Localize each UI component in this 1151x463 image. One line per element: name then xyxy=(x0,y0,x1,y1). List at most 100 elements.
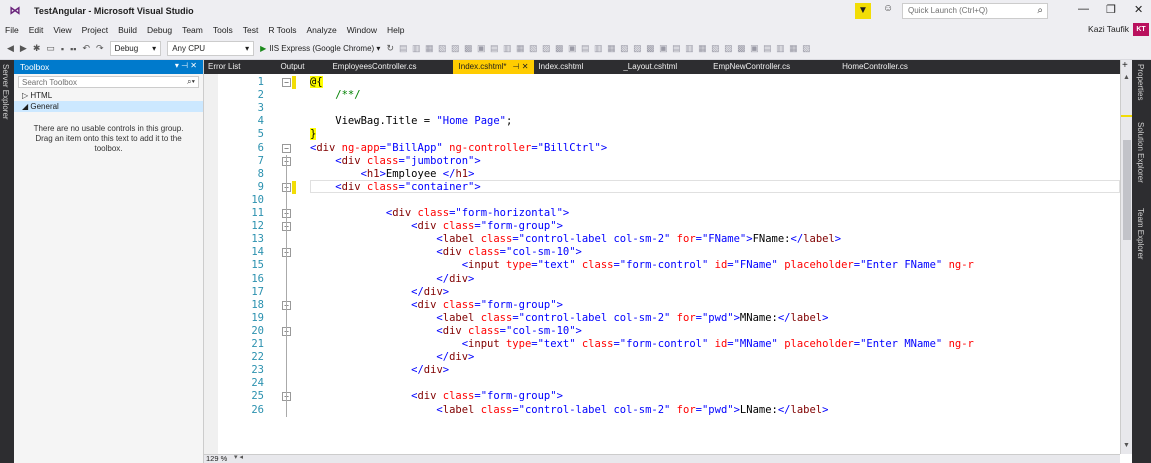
minimize-icon[interactable]: — xyxy=(1078,3,1089,15)
code-token: < xyxy=(310,338,469,350)
menu-view[interactable]: View xyxy=(48,25,76,35)
code-line[interactable]: 13 <label class="control-label col-sm-2"… xyxy=(204,233,1120,246)
scroll-down-icon[interactable]: ▼ xyxy=(1123,442,1130,449)
code-line[interactable]: 8 <h1>Employee </h1> xyxy=(204,168,1120,181)
feedback-icon[interactable]: ☺ xyxy=(883,3,893,14)
menu-r-tools[interactable]: R Tools xyxy=(263,25,301,35)
code-line[interactable]: 24 xyxy=(204,377,1120,390)
split-editor-icon[interactable]: + xyxy=(1122,60,1128,71)
code-line[interactable]: 26 <label class="control-label col-sm-2"… xyxy=(204,404,1120,417)
code-line[interactable]: 20− <div class="col-sm-10"> xyxy=(204,325,1120,338)
menu-build[interactable]: Build xyxy=(113,25,142,35)
code-line[interactable]: 16 </div> xyxy=(204,273,1120,286)
undo-icon[interactable]: ↶ xyxy=(83,43,91,54)
open-folder-icon[interactable]: ▭ xyxy=(46,43,55,54)
code-line[interactable]: 19 <label class="control-label col-sm-2"… xyxy=(204,312,1120,325)
code-line[interactable]: 3 xyxy=(204,102,1120,115)
search-icon[interactable]: ⌕ xyxy=(1037,5,1043,16)
code-line[interactable]: 22 </div> xyxy=(204,351,1120,364)
refresh-icon[interactable]: ↻ xyxy=(386,43,394,54)
menu-debug[interactable]: Debug xyxy=(142,25,177,35)
quick-launch-input[interactable]: Quick Launch (Ctrl+Q) ⌕ xyxy=(902,3,1048,19)
solution-configuration-select[interactable]: Debug ▾ xyxy=(109,41,162,56)
solution-platform-select[interactable]: Any CPU ▾ xyxy=(167,41,255,56)
code-token: </ xyxy=(310,285,424,298)
search-icon[interactable]: ⌕▾ xyxy=(187,77,195,87)
menu-edit[interactable]: Edit xyxy=(24,25,49,35)
code-line[interactable]: 9− <div class="container"> xyxy=(204,181,1120,194)
code-line[interactable]: 14− <div class="col-sm-10"> xyxy=(204,246,1120,259)
properties-tab[interactable]: Properties xyxy=(1136,64,1145,100)
forward-icon[interactable]: ▶ xyxy=(20,43,27,54)
code-line[interactable]: 5} xyxy=(204,128,1120,141)
collapse-region-icon[interactable]: − xyxy=(282,78,291,87)
toolbox-group-general[interactable]: ◢ General xyxy=(14,101,203,112)
notification-flag-icon[interactable]: ▼ xyxy=(855,3,871,19)
tab-index-cshtml[interactable]: Index.cshtml xyxy=(534,60,595,74)
close-tab-icon[interactable]: ✕ xyxy=(522,62,529,71)
tab-output[interactable]: Output xyxy=(252,60,316,74)
new-project-icon[interactable]: ✱ xyxy=(33,43,41,54)
toolbox-empty-message: There are no usable controls in this gro… xyxy=(33,124,184,153)
vertical-scrollbar[interactable]: + ▲ ▼ xyxy=(1120,60,1133,454)
zoom-level[interactable]: 129 % xyxy=(206,454,227,463)
code-line[interactable]: 17 </div> xyxy=(204,286,1120,299)
horizontal-scrollbar[interactable]: 129 % ▾ ◂ xyxy=(204,454,1120,463)
line-number: 12 xyxy=(251,220,264,233)
code-token: div xyxy=(417,390,437,403)
code-line[interactable]: 2 /**/ xyxy=(204,89,1120,102)
code-line[interactable]: 12− <div class="form-group"> xyxy=(204,220,1120,233)
menu-analyze[interactable]: Analyze xyxy=(302,25,342,35)
menu-tools[interactable]: Tools xyxy=(208,25,238,35)
toolbox-window-controls[interactable]: ▾ ⊣ ✕ xyxy=(175,61,197,70)
solution-explorer-tab[interactable]: Solution Explorer xyxy=(1136,122,1145,183)
close-icon[interactable]: ✕ xyxy=(1134,3,1143,16)
redo-icon[interactable]: ↷ xyxy=(96,43,104,54)
code-token: < xyxy=(310,180,342,193)
tab-index-cshtml-modified[interactable]: Index.cshtml* ⊣ ✕ xyxy=(452,60,535,74)
save-icon[interactable]: ▪ xyxy=(61,44,64,54)
code-editor[interactable]: 1− @{2 /**/3 4 ViewBag.Title = "Home Page"… xyxy=(204,74,1120,454)
tab-error-list[interactable]: Error List xyxy=(204,60,252,74)
code-line[interactable]: 1 − @{ xyxy=(204,76,1120,89)
code-line[interactable]: 21 <input type="text" class="form-contro… xyxy=(204,338,1120,351)
menu-file[interactable]: File xyxy=(0,25,24,35)
code-line[interactable]: 11− <div class="form-horizontal"> xyxy=(204,207,1120,220)
code-line[interactable]: 18− <div class="form-group"> xyxy=(204,299,1120,312)
user-avatar[interactable]: KT xyxy=(1133,23,1149,36)
tab-home-controller[interactable]: HomeController.cs xyxy=(802,60,920,74)
code-text: ViewBag.Title = "Home Page"; xyxy=(310,115,512,128)
tab-employees-controller[interactable]: EmployeesController.cs xyxy=(316,60,428,74)
team-explorer-tab[interactable]: Team Explorer xyxy=(1136,208,1145,260)
toolbox-search-input[interactable]: Search Toolbox ⌕▾ xyxy=(18,76,199,88)
toolbox-group-html[interactable]: ▷ HTML xyxy=(14,90,203,101)
menu-project[interactable]: Project xyxy=(77,25,113,35)
code-line[interactable]: 7− <div class="jumbotron"> xyxy=(204,155,1120,168)
tab-empnew-controller[interactable]: EmpNewController.cs xyxy=(689,60,802,74)
save-all-icon[interactable]: ▪▪ xyxy=(70,44,76,54)
code-line[interactable]: 4 ViewBag.Title = "Home Page"; xyxy=(204,115,1120,128)
restore-icon[interactable]: ❐ xyxy=(1106,3,1116,16)
menu-team[interactable]: Team xyxy=(177,25,208,35)
tab-layout-cshtml[interactable]: _Layout.cshtml xyxy=(595,60,689,74)
code-line[interactable]: 6 − <div ng-app="BillApp" ng-controller="B… xyxy=(204,142,1120,155)
code-line[interactable]: 25− <div class="form-group"> xyxy=(204,390,1120,403)
collapse-region-icon[interactable]: − xyxy=(282,143,291,153)
scrollbar-thumb[interactable] xyxy=(1123,140,1131,240)
menu-help[interactable]: Help xyxy=(382,25,409,35)
user-name[interactable]: Kazi Taufik xyxy=(1088,24,1129,34)
code-line[interactable]: 15 <input type="text" class="form-contro… xyxy=(204,259,1120,272)
line-number: 22 xyxy=(251,351,264,364)
server-explorer-tab[interactable]: Server Explorer xyxy=(1,64,10,120)
zoom-dropdown-icon[interactable]: ▾ ◂ xyxy=(234,453,243,461)
start-debugging-button[interactable]: ▶ IIS Express (Google Chrome) ▾ xyxy=(260,44,380,53)
code-line[interactable]: 23 </div> xyxy=(204,364,1120,377)
code-line[interactable]: 10 xyxy=(204,194,1120,207)
pin-icon[interactable]: ⊣ xyxy=(513,62,520,71)
code-token: > xyxy=(822,403,829,416)
menu-window[interactable]: Window xyxy=(342,25,382,35)
scroll-up-icon[interactable]: ▲ xyxy=(1123,74,1130,81)
code-token: class xyxy=(461,324,500,337)
back-icon[interactable]: ◀ xyxy=(7,43,14,54)
menu-test[interactable]: Test xyxy=(238,25,264,35)
